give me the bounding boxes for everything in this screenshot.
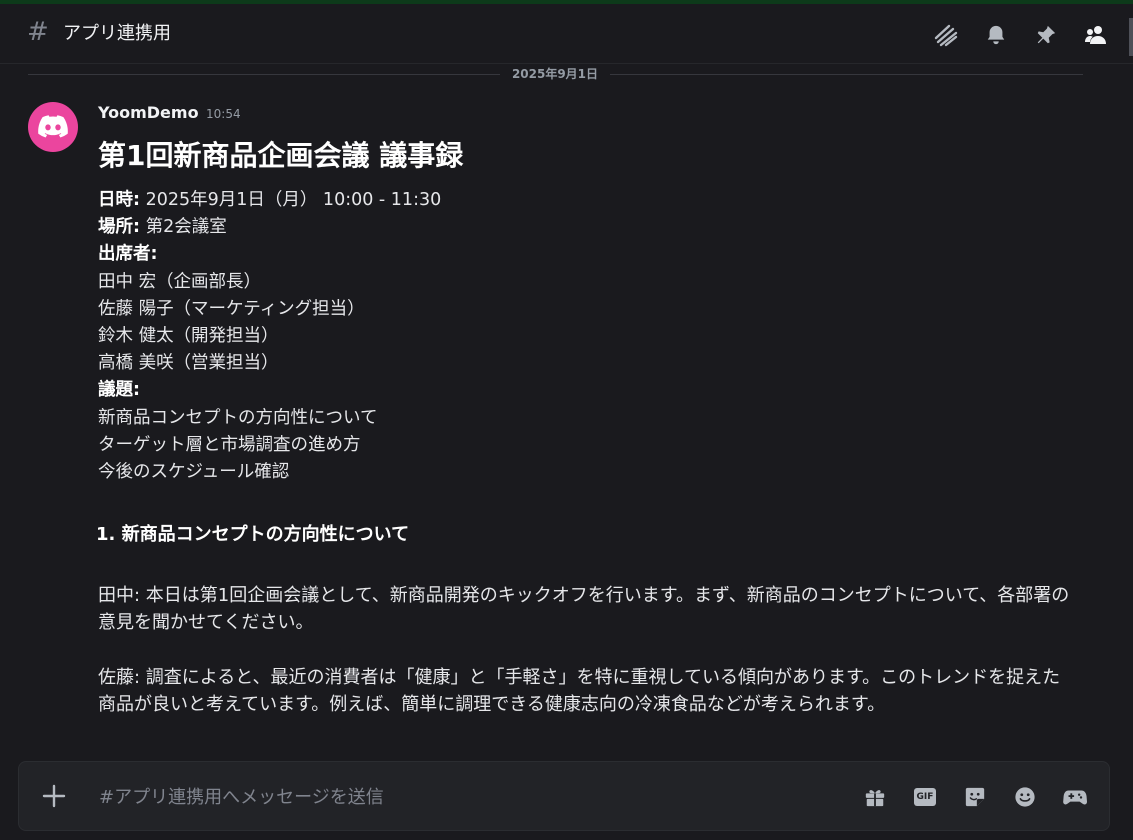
- message-input[interactable]: [97, 782, 761, 812]
- message-timestamp: 10:54: [206, 107, 241, 121]
- attendee-item: 高橋 美咲（営業担当）: [98, 353, 279, 374]
- attendee-item: 田中 宏（企画部長）: [98, 271, 262, 292]
- place-value: 第2会議室: [140, 217, 227, 238]
- agenda-label: 議題:: [98, 380, 140, 401]
- date-divider-left: [28, 74, 503, 75]
- discord-logo-icon: [38, 115, 68, 138]
- plus-icon[interactable]: [41, 783, 67, 809]
- message-composer: GIF: [18, 761, 1110, 831]
- datetime-label: 日時:: [98, 190, 140, 210]
- agenda-item: ターゲット層と市場調査の進め方: [98, 434, 361, 455]
- gift-icon[interactable]: [863, 785, 887, 809]
- bell-icon[interactable]: [984, 23, 1008, 47]
- avatar[interactable]: [28, 102, 78, 152]
- paragraph-tanaka: 田中: 本日は第1回企画会議として、新商品開発のキックオフを行います。まず、新商…: [98, 585, 1070, 633]
- hash-icon: #: [27, 17, 49, 47]
- pin-icon[interactable]: [1034, 23, 1058, 47]
- datetime-line: 日時: 2025年9月1日（月） 10:00 - 11:30: [98, 187, 1088, 214]
- paragraph-sato: 佐藤: 調査によると、最近の消費者は「健康」と「手軽さ」を特に重視している傾向が…: [98, 667, 1061, 715]
- gif-label: GIF: [914, 788, 936, 806]
- channel-header: # アプリ連携用: [0, 4, 1133, 64]
- message-body: 日時: 2025年9月1日（月） 10:00 - 11:30 場所: 第2会議室…: [98, 187, 1088, 486]
- datetime-value: 2025年9月1日（月） 10:00 - 11:30: [140, 190, 442, 210]
- attendees-label: 出席者:: [98, 244, 158, 265]
- date-divider-label: 2025年9月1日: [500, 66, 610, 82]
- section-heading: 1. 新商品コンセプトの方向性について: [96, 524, 410, 545]
- members-icon[interactable]: [1084, 23, 1108, 47]
- place-label: 場所:: [98, 217, 140, 238]
- gamepad-icon[interactable]: [1063, 785, 1087, 809]
- agenda-item: 今後のスケジュール確認: [98, 462, 290, 483]
- emoji-icon[interactable]: [1013, 785, 1037, 809]
- message-author[interactable]: YoomDemo: [98, 102, 199, 124]
- place-line: 場所: 第2会議室: [98, 214, 1088, 241]
- scrollbar-edge: [1129, 18, 1133, 56]
- attendee-item: 佐藤 陽子（マーケティング担当）: [98, 298, 365, 319]
- agenda-line: 議題:: [98, 377, 1088, 404]
- attendees-line: 出席者:: [98, 241, 1088, 268]
- attendee-item: 鈴木 健太（開発担当）: [98, 326, 279, 347]
- message-heading: 第1回新商品企画会議 議事録: [98, 139, 464, 172]
- threads-icon[interactable]: [934, 23, 958, 47]
- channel-name: アプリ連携用: [63, 23, 171, 44]
- gif-icon[interactable]: GIF: [913, 785, 937, 809]
- agenda-item: 新商品コンセプトの方向性について: [98, 407, 378, 428]
- date-divider-right: [607, 74, 1083, 75]
- sticker-icon[interactable]: [963, 785, 987, 809]
